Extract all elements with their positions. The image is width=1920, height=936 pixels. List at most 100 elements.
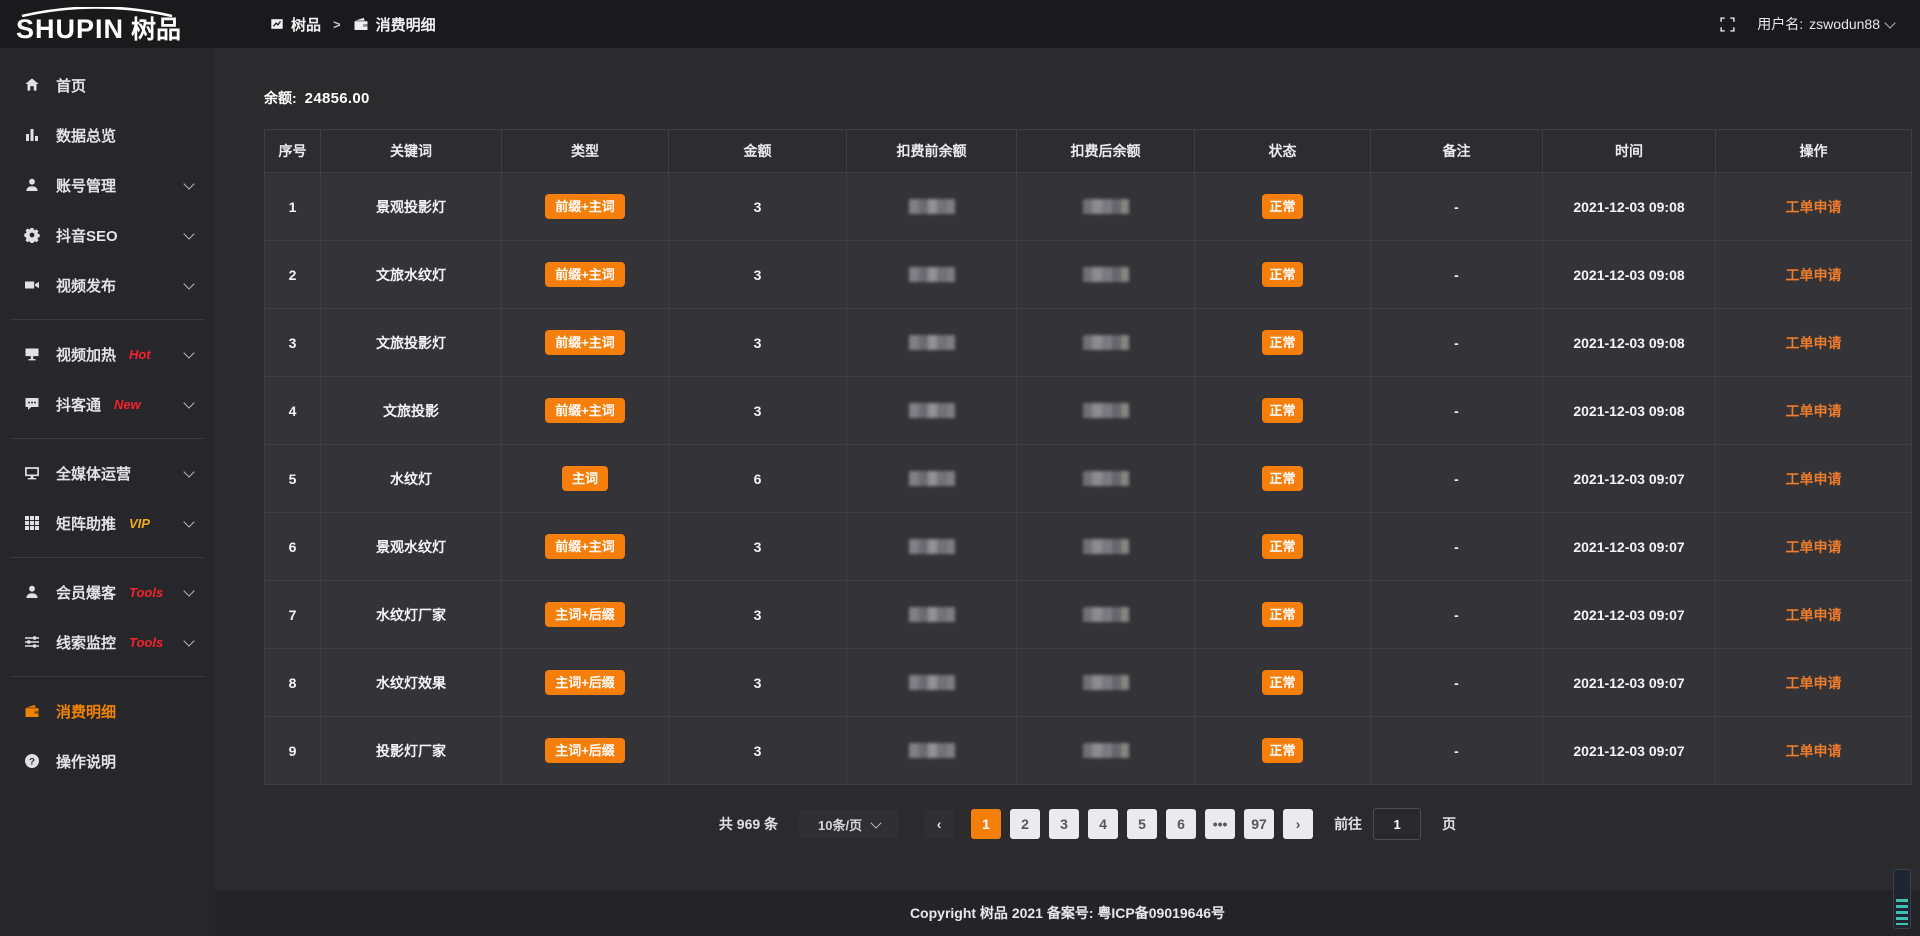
cell-amount: 3 (669, 581, 847, 649)
table-row: 8水纹灯效果主词+后缀3正常-2021-12-03 09:07工单申请 (265, 649, 1912, 717)
breadcrumb-item-consumption-details[interactable]: 消费明细 (353, 14, 436, 35)
column-header: 状态 (1195, 130, 1371, 173)
cell-action: 工单申请 (1716, 445, 1912, 513)
sidebar-item-account-management[interactable]: 账号管理 (0, 160, 215, 210)
ticket-apply-link[interactable]: 工单申请 (1786, 471, 1842, 487)
sidebar-item-badge: New (114, 397, 141, 412)
cell-note: - (1371, 513, 1543, 581)
cell-amount: 3 (669, 717, 847, 785)
ticket-apply-link[interactable]: 工单申请 (1786, 607, 1842, 623)
sidebar-item-douketong[interactable]: 抖客通 New (0, 379, 215, 429)
copyright-text: Copyright 树品 2021 备案号: 粤ICP备09019646号 (910, 903, 1225, 923)
cell-keyword: 水纹灯厂家 (321, 581, 502, 649)
pagination-page-4[interactable]: 4 (1088, 809, 1118, 839)
cell-balance-before (847, 241, 1017, 309)
redacted-value (909, 335, 955, 350)
ticket-apply-link[interactable]: 工单申请 (1786, 335, 1842, 351)
status-badge: 正常 (1262, 602, 1302, 628)
status-badge: 正常 (1262, 194, 1302, 220)
sidebar-item-label: 会员爆客 (56, 582, 116, 603)
column-header: 金额 (669, 130, 847, 173)
pagination-page-6[interactable]: 6 (1166, 809, 1196, 839)
pagination-next-button[interactable]: › (1283, 809, 1313, 839)
sidebar-item-matrix-boost[interactable]: 矩阵助推VIP (0, 498, 215, 548)
sidebar-item-video-publish[interactable]: 视频发布 (0, 260, 215, 310)
breadcrumb-item-shupin[interactable]: 树品 (270, 14, 321, 35)
cell-time: 2021-12-03 09:08 (1543, 309, 1716, 377)
sidebar-item-home[interactable]: 首页 (0, 60, 215, 110)
app-logo[interactable]: SHUPIN树品 (0, 6, 215, 43)
sidebar-item-label: 抖音SEO (56, 225, 118, 246)
chart-icon (24, 127, 41, 143)
chevron-down-icon (183, 397, 194, 408)
sidebar-item-all-media-operation[interactable]: 全媒体运营 (0, 448, 215, 498)
cell-balance-before (847, 717, 1017, 785)
table-row: 9投影灯厂家主词+后缀3正常-2021-12-03 09:07工单申请 (265, 717, 1912, 785)
pagination-page-3[interactable]: 3 (1049, 809, 1079, 839)
footer: Copyright 树品 2021 备案号: 粤ICP备09019646号 (215, 890, 1920, 936)
type-badge: 主词+后缀 (545, 670, 625, 696)
logo-block: SHUPIN树品 (16, 6, 181, 43)
sidebar-item-label: 视频发布 (56, 275, 116, 296)
pagination-page-2[interactable]: 2 (1010, 809, 1040, 839)
page-size-value: 10条/页 (818, 815, 862, 834)
page-size-select[interactable]: 10条/页 (799, 809, 899, 839)
floating-widget[interactable] (1893, 869, 1911, 929)
cell-status: 正常 (1195, 717, 1371, 785)
pagination-page-5[interactable]: 5 (1127, 809, 1157, 839)
pagination-ellipsis[interactable]: ••• (1205, 809, 1235, 839)
sidebar: 首页数据总览账号管理抖音SEO 视频发布视频加热Hot 抖客通 New 全媒体运营矩阵助… (0, 48, 215, 936)
cell-status: 正常 (1195, 173, 1371, 241)
sidebar-item-consumption-details[interactable]: 消费明细 (0, 686, 215, 736)
sidebar-item-video-heating[interactable]: 视频加热Hot (0, 329, 215, 379)
pagination-prev-button[interactable]: ‹ (924, 809, 954, 839)
sidebar-item-operation-guide[interactable]: ?操作说明 (0, 736, 215, 786)
chevron-down-icon (183, 635, 194, 646)
pagination-page-1[interactable]: 1 (971, 809, 1001, 839)
ticket-apply-link[interactable]: 工单申请 (1786, 267, 1842, 283)
cell-keyword: 文旅投影灯 (321, 309, 502, 377)
user-menu[interactable]: 用户名: zswodun88 (1757, 14, 1894, 34)
type-badge: 主词 (562, 466, 608, 492)
cell-time: 2021-12-03 09:08 (1543, 173, 1716, 241)
cell-balance-before (847, 649, 1017, 717)
cell-note: - (1371, 309, 1543, 377)
username-label: 用户名: (1757, 14, 1803, 34)
ticket-apply-link[interactable]: 工单申请 (1786, 743, 1842, 759)
svg-text:?: ? (29, 756, 35, 767)
cell-balance-before (847, 377, 1017, 445)
sidebar-item-member-baoke[interactable]: 会员爆客Tools (0, 567, 215, 617)
cell-balance-after (1017, 513, 1195, 581)
logo-arc-decoration (18, 7, 176, 17)
ticket-apply-link[interactable]: 工单申请 (1786, 199, 1842, 215)
pagination-goto-input[interactable] (1373, 808, 1421, 840)
cell-action: 工单申请 (1716, 649, 1912, 717)
sidebar-item-douyin-seo[interactable]: 抖音SEO (0, 210, 215, 260)
ticket-apply-link[interactable]: 工单申请 (1786, 675, 1842, 691)
redacted-value (1083, 335, 1129, 350)
cell-index: 4 (265, 377, 321, 445)
redacted-value (909, 403, 955, 418)
sidebar-item-data-overview[interactable]: 数据总览 (0, 110, 215, 160)
redacted-value (1083, 199, 1129, 214)
cell-action: 工单申请 (1716, 377, 1912, 445)
sidebar-item-label: 全媒体运营 (56, 463, 131, 484)
table-row: 3文旅投影灯前缀+主词3正常-2021-12-03 09:08工单申请 (265, 309, 1912, 377)
cell-balance-after (1017, 717, 1195, 785)
cell-note: - (1371, 173, 1543, 241)
sidebar-item-label: 抖客通 (56, 394, 101, 415)
sidebar-item-lead-monitoring[interactable]: 线索监控Tools (0, 617, 215, 667)
ticket-apply-link[interactable]: 工单申请 (1786, 539, 1842, 555)
redacted-value (909, 199, 955, 214)
status-badge: 正常 (1262, 262, 1302, 288)
cell-type: 主词+后缀 (502, 581, 669, 649)
logo-text-cn: 树品 (131, 16, 181, 44)
cell-amount: 3 (669, 173, 847, 241)
pagination-page-97[interactable]: 97 (1244, 809, 1274, 839)
cell-type: 前缀+主词 (502, 377, 669, 445)
cell-time: 2021-12-03 09:07 (1543, 513, 1716, 581)
fullscreen-icon[interactable] (1720, 17, 1735, 32)
ticket-apply-link[interactable]: 工单申请 (1786, 403, 1842, 419)
redacted-value (1083, 471, 1129, 486)
cell-type: 前缀+主词 (502, 241, 669, 309)
